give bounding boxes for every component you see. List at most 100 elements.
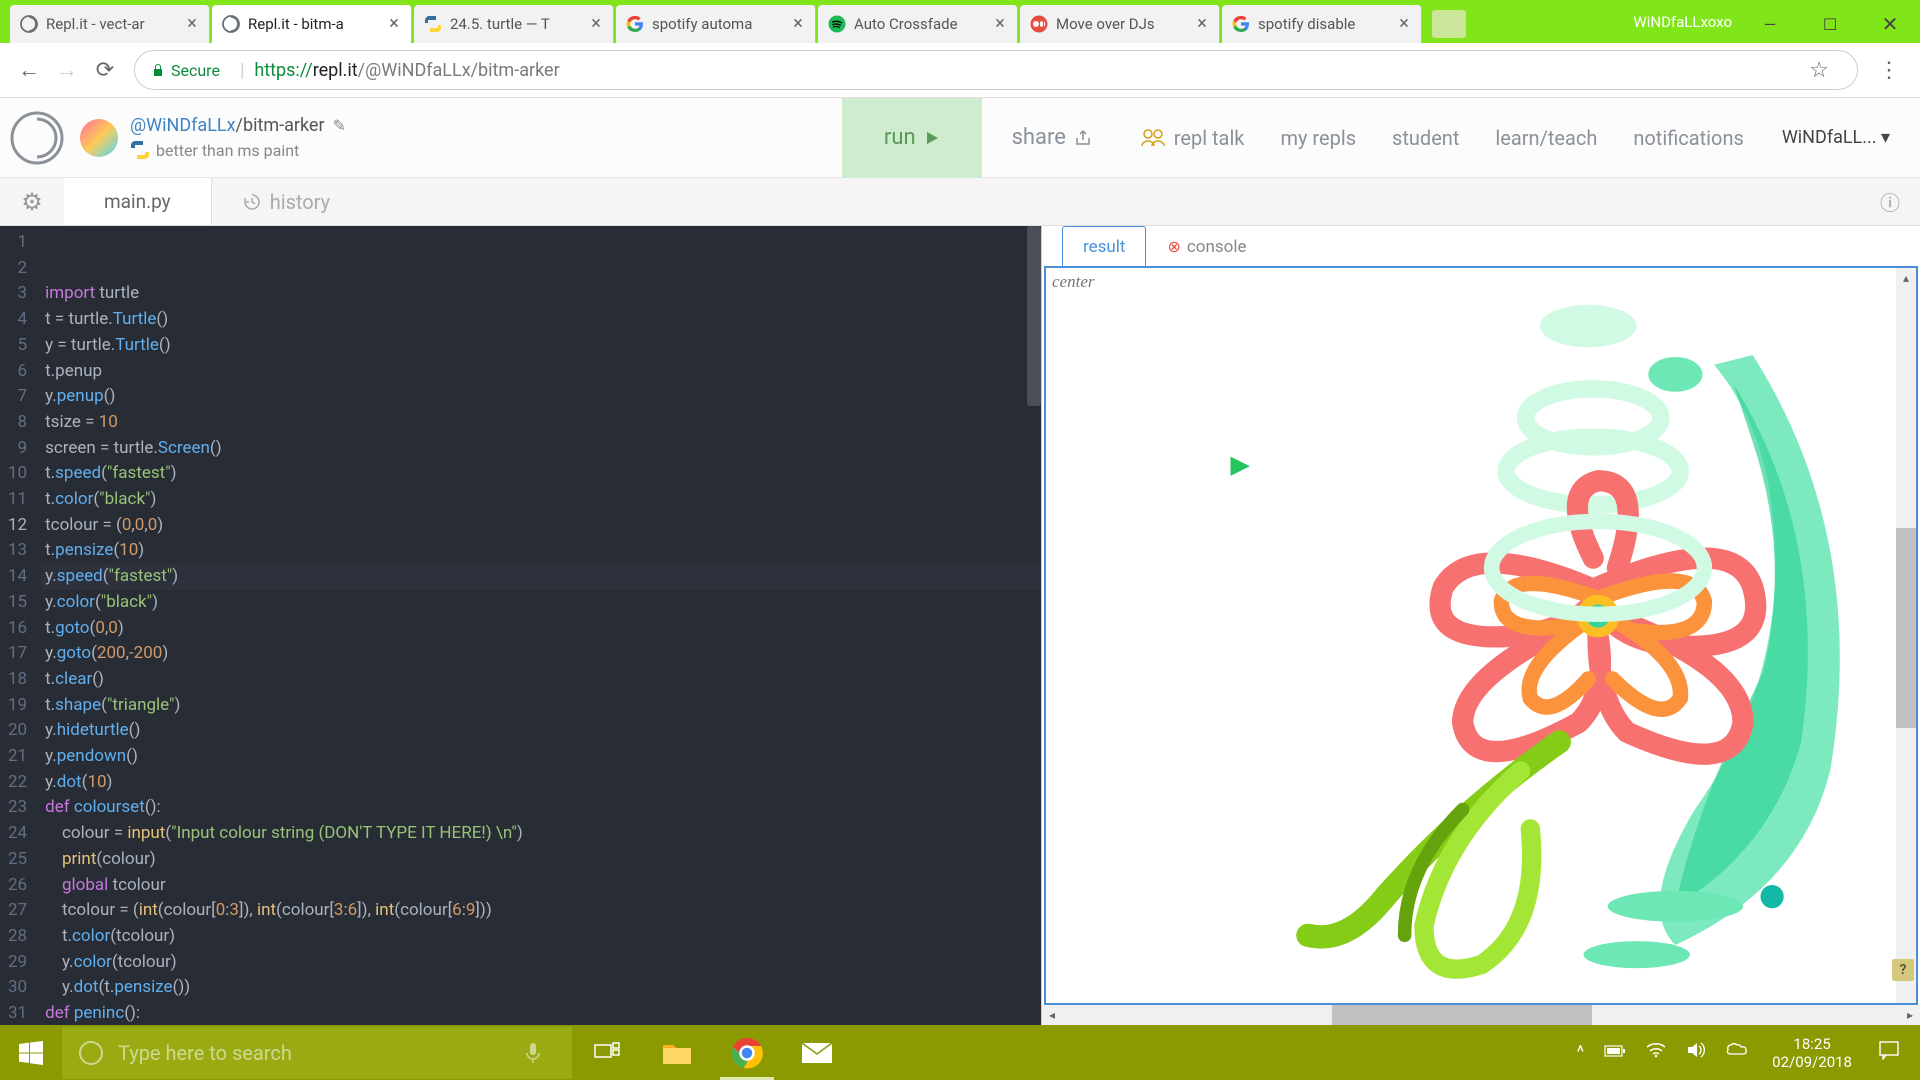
volume-icon[interactable] bbox=[1676, 1041, 1716, 1064]
browser-profile-name[interactable]: WiNDfaLLxoxo bbox=[1633, 13, 1732, 31]
start-button[interactable] bbox=[0, 1025, 62, 1080]
code-line-24[interactable]: print(colour) bbox=[41, 847, 1041, 873]
tray-chevron-icon[interactable]: ^ bbox=[1567, 1042, 1595, 1063]
code-line-26[interactable]: tcolour = (int(colour[0:3]), int(colour[… bbox=[41, 898, 1041, 924]
code-line-25[interactable]: global tcolour bbox=[41, 873, 1041, 899]
browser-tab-3[interactable]: spotify automa× bbox=[616, 5, 816, 43]
replit-logo[interactable] bbox=[10, 111, 64, 165]
output-vertical-scroll-thumb[interactable] bbox=[1896, 528, 1916, 728]
code-line-23[interactable]: colour = input("Input colour string (DON… bbox=[41, 821, 1041, 847]
tab-close-icon[interactable]: × bbox=[1195, 17, 1209, 31]
code-line-13[interactable]: y.color("black") bbox=[41, 590, 1041, 616]
user-avatar[interactable] bbox=[80, 119, 118, 157]
microphone-icon[interactable] bbox=[524, 1041, 542, 1065]
user-menu-dropdown[interactable]: WiNDfaLL... ▾ bbox=[1762, 127, 1910, 148]
code-line-6[interactable]: tsize = 10 bbox=[41, 410, 1041, 436]
nav-notifications[interactable]: notifications bbox=[1615, 126, 1761, 150]
taskbar-file-explorer[interactable] bbox=[642, 1025, 712, 1080]
code-line-29[interactable]: y.dot(t.pensize()) bbox=[41, 975, 1041, 1001]
tab-close-icon[interactable]: × bbox=[993, 17, 1007, 31]
browser-tab-2[interactable]: 24.5. turtle — T× bbox=[414, 5, 614, 43]
back-button[interactable]: ← bbox=[10, 51, 48, 89]
output-tab-console[interactable]: ⊗console bbox=[1146, 226, 1267, 266]
browser-tab-5[interactable]: Move over DJs× bbox=[1020, 5, 1220, 43]
code-editor[interactable]: 1234567891011121314151617181920212223242… bbox=[0, 226, 1042, 1025]
window-close-button[interactable]: ✕ bbox=[1860, 5, 1920, 43]
action-center-icon[interactable] bbox=[1866, 1040, 1912, 1066]
turtle-canvas[interactable]: center bbox=[1044, 266, 1918, 1005]
battery-icon[interactable] bbox=[1594, 1042, 1636, 1063]
output-horizontal-scrollbar[interactable]: ◂ ▸ bbox=[1042, 1005, 1920, 1025]
code-line-20[interactable]: y.dot(10) bbox=[41, 770, 1041, 796]
onedrive-icon[interactable] bbox=[1716, 1042, 1758, 1063]
forward-button[interactable]: → bbox=[48, 51, 86, 89]
code-line-5[interactable]: y.penup() bbox=[41, 384, 1041, 410]
taskbar-chrome[interactable] bbox=[712, 1025, 782, 1080]
code-line-17[interactable]: t.shape("triangle") bbox=[41, 693, 1041, 719]
nav-learn-teach[interactable]: learn/teach bbox=[1477, 126, 1615, 150]
task-view-button[interactable] bbox=[572, 1025, 642, 1080]
address-bar[interactable]: Secure | https://repl.it/@WiNDfaLLx/bitm… bbox=[134, 50, 1858, 90]
code-line-9[interactable]: t.color("black") bbox=[41, 487, 1041, 513]
code-line-10[interactable]: tcolour = (0,0,0) bbox=[41, 513, 1041, 539]
code-line-16[interactable]: t.clear() bbox=[41, 667, 1041, 693]
tab-close-icon[interactable]: × bbox=[387, 17, 401, 31]
browser-tab-0[interactable]: Repl.it - vect-ar× bbox=[10, 5, 210, 43]
info-icon[interactable]: ⓘ bbox=[1880, 187, 1900, 216]
tab-close-icon[interactable]: × bbox=[185, 17, 199, 31]
code-line-28[interactable]: y.color(tcolour) bbox=[41, 950, 1041, 976]
code-line-31[interactable]: def peninc(): bbox=[41, 1001, 1041, 1025]
code-line-12[interactable]: y.speed("fastest") bbox=[41, 564, 1041, 590]
code-line-2[interactable]: t = turtle.Turtle() bbox=[41, 307, 1041, 333]
output-tab-result[interactable]: result bbox=[1062, 226, 1146, 266]
nav-my-repls[interactable]: my repls bbox=[1262, 126, 1374, 150]
share-button[interactable]: share bbox=[982, 98, 1122, 178]
taskbar-clock[interactable]: 18:25 02/09/2018 bbox=[1758, 1035, 1866, 1071]
tab-title: Move over DJs bbox=[1056, 15, 1195, 33]
nav-repl-talk[interactable]: repl talk bbox=[1122, 126, 1263, 150]
browser-tab-6[interactable]: spotify disable× bbox=[1222, 5, 1422, 43]
scroll-right-arrow-icon[interactable]: ▸ bbox=[1900, 1005, 1920, 1025]
bookmark-star-icon[interactable]: ☆ bbox=[1809, 58, 1829, 83]
history-tab[interactable]: history bbox=[212, 178, 360, 225]
tab-close-icon[interactable]: × bbox=[1397, 17, 1411, 31]
help-icon[interactable]: ? bbox=[1892, 959, 1914, 981]
code-line-3[interactable]: y = turtle.Turtle() bbox=[41, 333, 1041, 359]
scroll-up-arrow-icon[interactable]: ▴ bbox=[1896, 268, 1916, 288]
code-line-8[interactable]: t.speed("fastest") bbox=[41, 461, 1041, 487]
code-line-14[interactable]: t.goto(0,0) bbox=[41, 616, 1041, 642]
code-line-1[interactable]: import turtle bbox=[41, 281, 1041, 307]
settings-gear-icon[interactable]: ⚙ bbox=[0, 178, 64, 225]
reload-button[interactable]: ⟳ bbox=[86, 51, 124, 89]
taskbar-search[interactable]: Type here to search bbox=[62, 1027, 572, 1079]
browser-tab-4[interactable]: Auto Crossfade× bbox=[818, 5, 1018, 43]
code-line-15[interactable]: y.goto(200,-200) bbox=[41, 641, 1041, 667]
replit-favicon-icon bbox=[222, 15, 240, 33]
secure-indicator[interactable]: Secure bbox=[151, 61, 220, 80]
wifi-icon[interactable] bbox=[1636, 1042, 1676, 1063]
file-tab-main[interactable]: main.py bbox=[64, 178, 212, 225]
code-line-27[interactable]: t.color(tcolour) bbox=[41, 924, 1041, 950]
repl-owner-handle[interactable]: @WiNDfaLLx bbox=[130, 115, 236, 136]
window-maximize-button[interactable]: ☐ bbox=[1800, 5, 1860, 43]
code-line-11[interactable]: t.pensize(10) bbox=[41, 538, 1041, 564]
edit-name-icon[interactable]: ✎ bbox=[333, 116, 346, 135]
new-tab-button[interactable] bbox=[1432, 10, 1466, 38]
code-line-4[interactable]: t.penup bbox=[41, 359, 1041, 385]
code-content[interactable]: import turtlet = turtle.Turtle()y = turt… bbox=[41, 226, 1041, 1025]
tab-close-icon[interactable]: × bbox=[589, 17, 603, 31]
code-line-7[interactable]: screen = turtle.Screen() bbox=[41, 436, 1041, 462]
browser-menu-button[interactable]: ⋮ bbox=[1868, 58, 1910, 83]
run-button[interactable]: run bbox=[842, 98, 982, 178]
output-horizontal-scroll-thumb[interactable] bbox=[1332, 1005, 1592, 1025]
code-line-19[interactable]: y.pendown() bbox=[41, 744, 1041, 770]
code-line-18[interactable]: y.hideturtle() bbox=[41, 718, 1041, 744]
code-line-22[interactable]: def colourset(): bbox=[41, 795, 1041, 821]
scroll-left-arrow-icon[interactable]: ◂ bbox=[1042, 1005, 1062, 1025]
window-minimize-button[interactable]: — bbox=[1740, 5, 1800, 43]
tab-close-icon[interactable]: × bbox=[791, 17, 805, 31]
nav-student[interactable]: student bbox=[1374, 126, 1477, 150]
editor-scrollbar-thumb[interactable] bbox=[1027, 226, 1041, 406]
taskbar-mail[interactable] bbox=[782, 1025, 852, 1080]
browser-tab-1[interactable]: Repl.it - bitm-a× bbox=[212, 5, 412, 43]
